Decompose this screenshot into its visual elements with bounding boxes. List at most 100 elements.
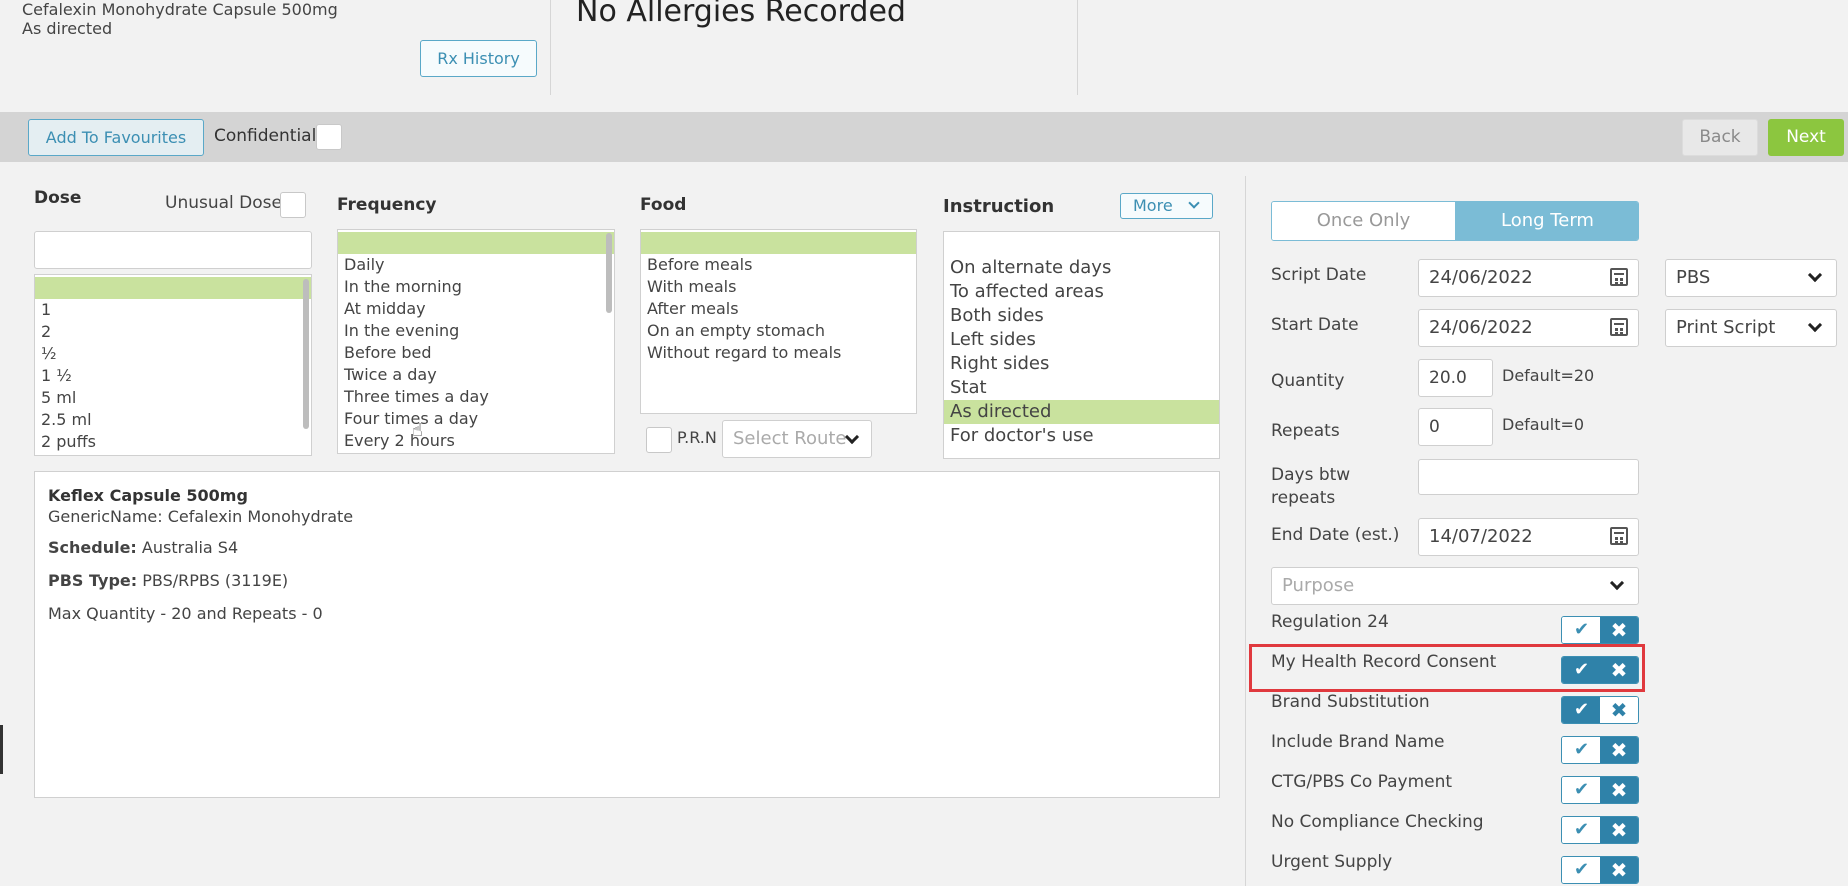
check-icon[interactable]: ✔ (1562, 857, 1601, 883)
include-brand-name-toggle[interactable]: ✔ ✖ (1561, 736, 1639, 764)
frequency-list[interactable]: Daily In the morning At midday In the ev… (337, 229, 615, 454)
rx-history-button[interactable]: Rx History (420, 40, 537, 77)
pbs-select-value: PBS (1676, 267, 1711, 288)
check-icon[interactable]: ✔ (1562, 697, 1601, 723)
toolbar: Add To Favourites Confidential Back Next (0, 112, 1848, 162)
check-icon[interactable]: ✔ (1562, 777, 1601, 803)
pbs-select[interactable]: PBS (1665, 259, 1837, 297)
check-icon[interactable]: ✔ (1562, 737, 1601, 763)
list-item[interactable]: 2 puffs (35, 431, 311, 453)
list-item[interactable]: After meals (641, 298, 916, 320)
list-item[interactable]: 1 ½ (35, 365, 311, 387)
list-item[interactable]: 5 ml (35, 387, 311, 409)
pbs-label: PBS Type: (48, 571, 138, 590)
calendar-icon[interactable] (1610, 268, 1628, 286)
toggle-label: CTG/PBS Co Payment (1271, 772, 1453, 792)
more-button[interactable]: More (1120, 193, 1213, 219)
close-icon[interactable]: ✖ (1600, 697, 1638, 723)
add-to-favourites-button[interactable]: Add To Favourites (28, 119, 204, 156)
script-date-field[interactable]: 24/06/2022 (1418, 259, 1639, 297)
list-item[interactable] (338, 232, 614, 254)
list-item[interactable]: On alternate days (944, 256, 1219, 280)
list-item[interactable]: Right sides (944, 352, 1219, 376)
start-date-field[interactable]: 24/06/2022 (1418, 309, 1639, 347)
repeats-input[interactable]: 0 (1418, 408, 1493, 446)
list-item[interactable]: Before bed (338, 342, 614, 364)
food-list[interactable]: Before meals With meals After meals On a… (640, 229, 917, 414)
list-item[interactable]: 2 (35, 321, 311, 343)
brand-substitution-toggle[interactable]: ✔ ✖ (1561, 696, 1639, 724)
list-item[interactable]: With meals (641, 276, 916, 298)
long-term-tab[interactable]: Long Term (1455, 202, 1638, 240)
end-date-field[interactable]: 14/07/2022 (1418, 518, 1639, 556)
list-item[interactable]: Both sides (944, 304, 1219, 328)
list-item[interactable]: In the morning (338, 276, 614, 298)
end-date-label: End Date (est.) (1271, 525, 1400, 545)
pbs-row: PBS Type: PBS/RPBS (3119E) (48, 571, 1206, 590)
start-date-label: Start Date (1271, 315, 1359, 335)
list-item[interactable]: ½ (35, 343, 311, 365)
once-only-tab[interactable]: Once Only (1272, 202, 1455, 240)
check-icon[interactable]: ✔ (1562, 617, 1601, 643)
list-item[interactable]: Daily (338, 254, 614, 276)
close-icon[interactable]: ✖ (1600, 817, 1638, 843)
print-select-value: Print Script (1676, 317, 1776, 338)
regulation-24-toggle[interactable]: ✔ ✖ (1561, 616, 1639, 644)
days-between-repeats-input[interactable] (1418, 459, 1639, 495)
generic-name: GenericName: Cefalexin Monohydrate (48, 507, 354, 526)
chevron-down-icon (1807, 267, 1823, 283)
list-item[interactable]: Twice a day (338, 364, 614, 386)
prn-checkbox[interactable] (646, 427, 672, 453)
highlight-box (1249, 644, 1645, 692)
check-icon[interactable]: ✔ (1562, 817, 1601, 843)
purpose-placeholder: Purpose (1282, 575, 1355, 596)
list-item[interactable]: Before meals (641, 254, 916, 276)
route-placeholder: Select Route (733, 428, 847, 449)
back-button[interactable]: Back (1682, 119, 1758, 156)
list-item[interactable]: For doctor's use (944, 424, 1219, 448)
instruction-label: Instruction (943, 196, 1055, 217)
divider (1245, 176, 1246, 886)
next-button[interactable]: Next (1768, 119, 1844, 156)
list-item[interactable]: At midday (338, 298, 614, 320)
route-select[interactable]: Select Route (722, 420, 872, 458)
list-item[interactable]: Every 2 hours (338, 430, 614, 452)
list-item[interactable]: 2.5 ml (35, 409, 311, 431)
close-icon[interactable]: ✖ (1600, 617, 1638, 643)
urgent-supply-toggle[interactable]: ✔ ✖ (1561, 856, 1639, 884)
scrollbar[interactable] (303, 279, 309, 429)
start-date-value: 24/06/2022 (1429, 317, 1533, 338)
close-icon[interactable]: ✖ (1600, 777, 1638, 803)
ctg-pbs-toggle[interactable]: ✔ ✖ (1561, 776, 1639, 804)
print-select[interactable]: Print Script (1665, 309, 1837, 347)
list-item[interactable]: 1 (35, 299, 311, 321)
list-item[interactable]: Without regard to meals (641, 342, 916, 364)
list-item[interactable]: Stat (944, 376, 1219, 400)
close-icon[interactable]: ✖ (1600, 857, 1638, 883)
dose-list[interactable]: 1 2 ½ 1 ½ 5 ml 2.5 ml 2 puffs (34, 274, 312, 456)
script-date-label: Script Date (1271, 265, 1367, 285)
scrollbar[interactable] (606, 233, 612, 313)
purpose-select[interactable]: Purpose (1271, 567, 1639, 605)
list-item[interactable]: To affected areas (944, 280, 1219, 304)
quantity-label: Quantity (1271, 371, 1345, 391)
list-item[interactable] (641, 232, 916, 254)
confidential-checkbox[interactable] (316, 124, 342, 150)
list-item[interactable] (35, 277, 311, 299)
list-item[interactable]: On an empty stomach (641, 320, 916, 342)
list-item[interactable]: Left sides (944, 328, 1219, 352)
quantity-input[interactable]: 20.0 (1418, 359, 1493, 397)
unusual-dose-checkbox[interactable] (280, 192, 306, 218)
dose-input[interactable] (34, 231, 312, 269)
calendar-icon[interactable] (1610, 527, 1628, 545)
list-item[interactable]: Four times a day (338, 408, 614, 430)
list-item[interactable]: As directed (944, 400, 1219, 424)
instruction-list[interactable]: On alternate days To affected areas Both… (943, 231, 1220, 459)
toggle-label: No Compliance Checking (1271, 812, 1484, 832)
list-item[interactable]: In the evening (338, 320, 614, 342)
end-date-value: 14/07/2022 (1429, 526, 1533, 547)
calendar-icon[interactable] (1610, 318, 1628, 336)
close-icon[interactable]: ✖ (1600, 737, 1638, 763)
no-compliance-toggle[interactable]: ✔ ✖ (1561, 816, 1639, 844)
list-item[interactable]: Three times a day (338, 386, 614, 408)
